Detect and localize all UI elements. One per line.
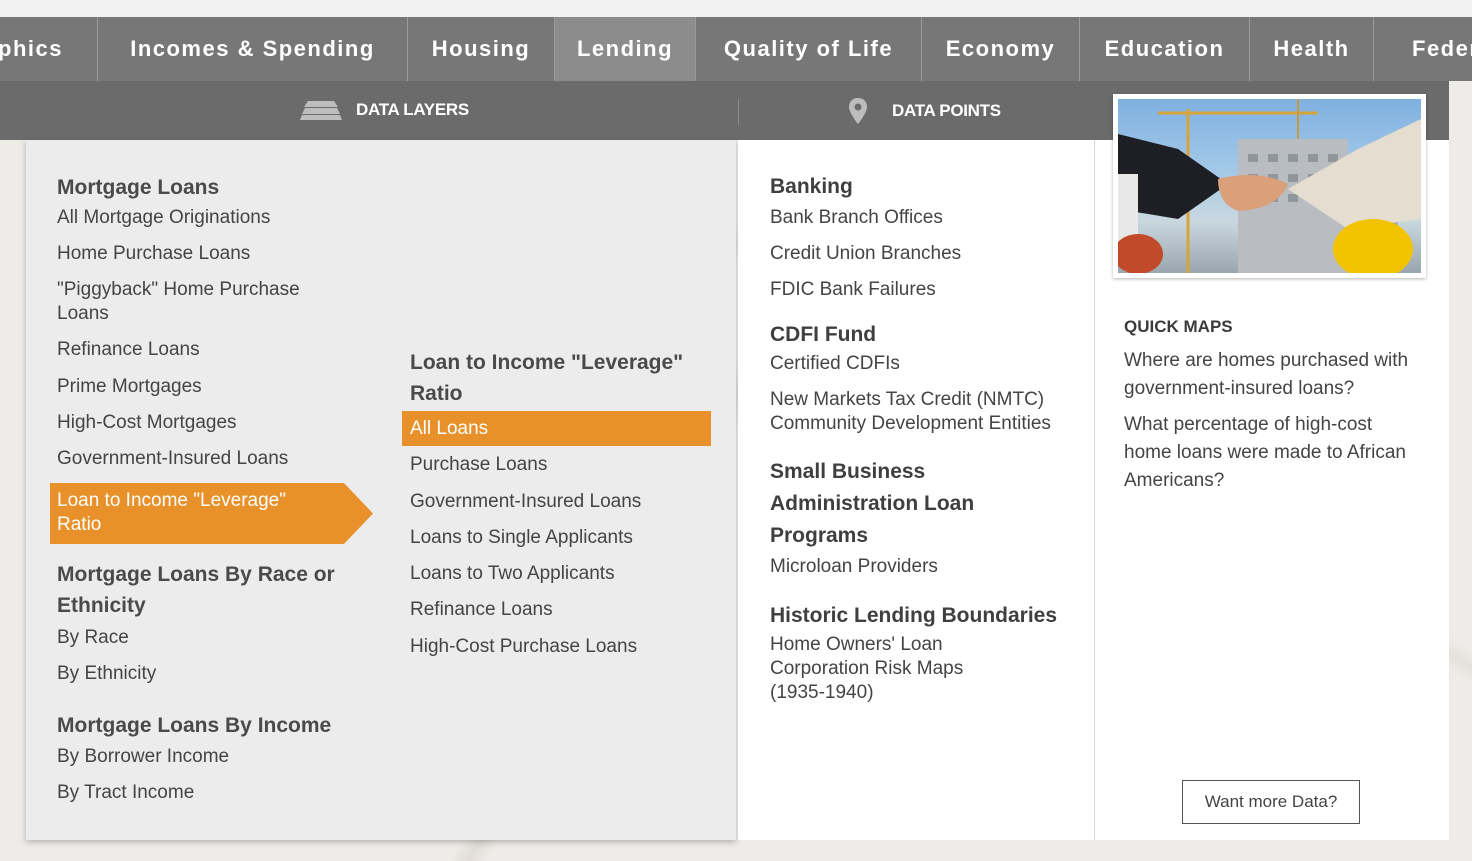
data-points-label: DATA POINTS <box>892 101 1001 120</box>
quick-map-gov-insured[interactable]: Where are homes purchased with governmen… <box>1124 347 1424 403</box>
want-more-data-button[interactable]: Want more Data? <box>1182 780 1360 824</box>
mortgage-loans-heading: Mortgage Loans <box>57 176 220 199</box>
layer-prime-mortgages[interactable]: Prime Mortgages <box>57 375 357 399</box>
layer-two-applicants[interactable]: Loans to Two Applicants <box>410 562 710 586</box>
subnav-divider <box>738 99 739 125</box>
layer-high-cost-mortgages[interactable]: High-Cost Mortgages <box>57 411 357 435</box>
layer-by-tract-income[interactable]: By Tract Income <box>57 781 357 805</box>
layer-leverage-refinance[interactable]: Refinance Loans <box>410 598 710 622</box>
leverage-heading-wrap: Loan to Income "Leverage" Ratio <box>410 347 710 409</box>
point-credit-union-branches[interactable]: Credit Union Branches <box>770 242 1070 266</box>
tab-label: Lending <box>576 36 674 61</box>
banking-heading: Banking <box>770 175 853 198</box>
income-heading: Mortgage Loans By Income <box>57 714 332 737</box>
tab-label: Economy <box>945 36 1056 61</box>
tab-label: Incomes & Spending <box>130 36 375 61</box>
map-pin-icon <box>849 98 867 124</box>
tab-education[interactable]: Education <box>1080 17 1250 81</box>
point-fdic-bank-failures[interactable]: FDIC Bank Failures <box>770 278 1070 302</box>
layer-leverage-ratio-selected[interactable]: Loan to Income "Leverage" Ratio <box>50 483 373 544</box>
tab-label: Education <box>1104 36 1225 61</box>
layer-by-race[interactable]: By Race <box>57 626 357 650</box>
layer-piggyback-loans[interactable]: "Piggyback" Home Purchase Loans <box>57 278 327 326</box>
tab-housing[interactable]: Housing <box>408 17 555 81</box>
historic-heading: Historic Lending Boundaries <box>770 604 1058 627</box>
top-strip <box>0 0 1472 17</box>
layer-by-borrower-income[interactable]: By Borrower Income <box>57 745 357 769</box>
point-bank-branch-offices[interactable]: Bank Branch Offices <box>770 206 1070 230</box>
tab-demographics[interactable]: phics <box>0 17 98 81</box>
layer-all-loans-selected[interactable]: All Loans <box>402 411 711 446</box>
income-section: Mortgage Loans By Income By Borrower Inc… <box>57 710 357 805</box>
tab-economy[interactable]: Economy <box>922 17 1080 81</box>
point-nmtc-entities[interactable]: New Markets Tax Credit (NMTC) Community … <box>770 388 1065 436</box>
main-nav: phics Incomes & Spending Housing Lending… <box>0 17 1472 81</box>
layers-column-1: Mortgage Loans All Mortgage Originations… <box>57 172 357 471</box>
handshake-photo <box>1113 94 1426 278</box>
data-points-tab[interactable]: DATA POINTS <box>848 97 1001 125</box>
tab-incomes-spending[interactable]: Incomes & Spending <box>98 17 408 81</box>
point-holc-risk-maps[interactable]: Home Owners' Loan Corporation Risk Maps … <box>770 633 1000 705</box>
data-layers-tab[interactable]: DATA LAYERS <box>300 99 469 121</box>
leverage-items: Purchase Loans Government-Insured Loans … <box>410 453 710 659</box>
layer-all-mortgage-originations[interactable]: All Mortgage Originations <box>57 206 357 230</box>
layer-gov-insured-loans[interactable]: Government-Insured Loans <box>410 490 710 514</box>
tab-label: Housing <box>431 36 531 61</box>
tab-label: phics <box>0 36 63 61</box>
layer-government-insured-loans[interactable]: Government-Insured Loans <box>57 447 357 471</box>
quick-map-high-cost[interactable]: What percentage of high-cost home loans … <box>1124 411 1424 495</box>
layer-purchase-loans[interactable]: Purchase Loans <box>410 453 710 477</box>
race-section: Mortgage Loans By Race or Ethnicity By R… <box>57 559 357 686</box>
point-certified-cdfis[interactable]: Certified CDFIs <box>770 352 1070 376</box>
cdfi-heading: CDFI Fund <box>770 323 877 346</box>
layer-by-ethnicity[interactable]: By Ethnicity <box>57 662 357 686</box>
layer-home-purchase-loans[interactable]: Home Purchase Loans <box>57 242 357 266</box>
point-microloan-providers[interactable]: Microloan Providers <box>770 555 1070 579</box>
data-layers-label: DATA LAYERS <box>356 100 469 119</box>
quick-maps-title: QUICK MAPS <box>1124 317 1233 336</box>
layer-refinance-loans[interactable]: Refinance Loans <box>57 338 357 362</box>
tab-label: Health <box>1273 36 1350 61</box>
layers-icon <box>300 101 342 120</box>
tab-health[interactable]: Health <box>1250 17 1374 81</box>
data-points-column: Banking Bank Branch Offices Credit Union… <box>770 171 1070 705</box>
tab-lending[interactable]: Lending <box>555 17 696 81</box>
race-heading: Mortgage Loans By Race or Ethnicity <box>57 563 335 617</box>
sba-heading: Small Business Administration Loan Progr… <box>770 460 975 547</box>
layer-high-cost-purchase[interactable]: High-Cost Purchase Loans <box>410 635 710 659</box>
tab-label: Feder <box>1412 36 1472 61</box>
layer-single-applicants[interactable]: Loans to Single Applicants <box>410 526 710 550</box>
selected-label: Loan to Income "Leverage" Ratio <box>57 490 286 535</box>
construction-handshake-image <box>1118 99 1421 273</box>
sub-nav: DATA LAYERS DATA POINTS <box>0 81 1094 140</box>
tab-label: Quality of Life <box>723 36 894 61</box>
tab-quality-of-life[interactable]: Quality of Life <box>696 17 922 81</box>
tab-federal[interactable]: Feder <box>1374 17 1472 81</box>
leverage-heading: Loan to Income "Leverage" Ratio <box>410 351 684 405</box>
